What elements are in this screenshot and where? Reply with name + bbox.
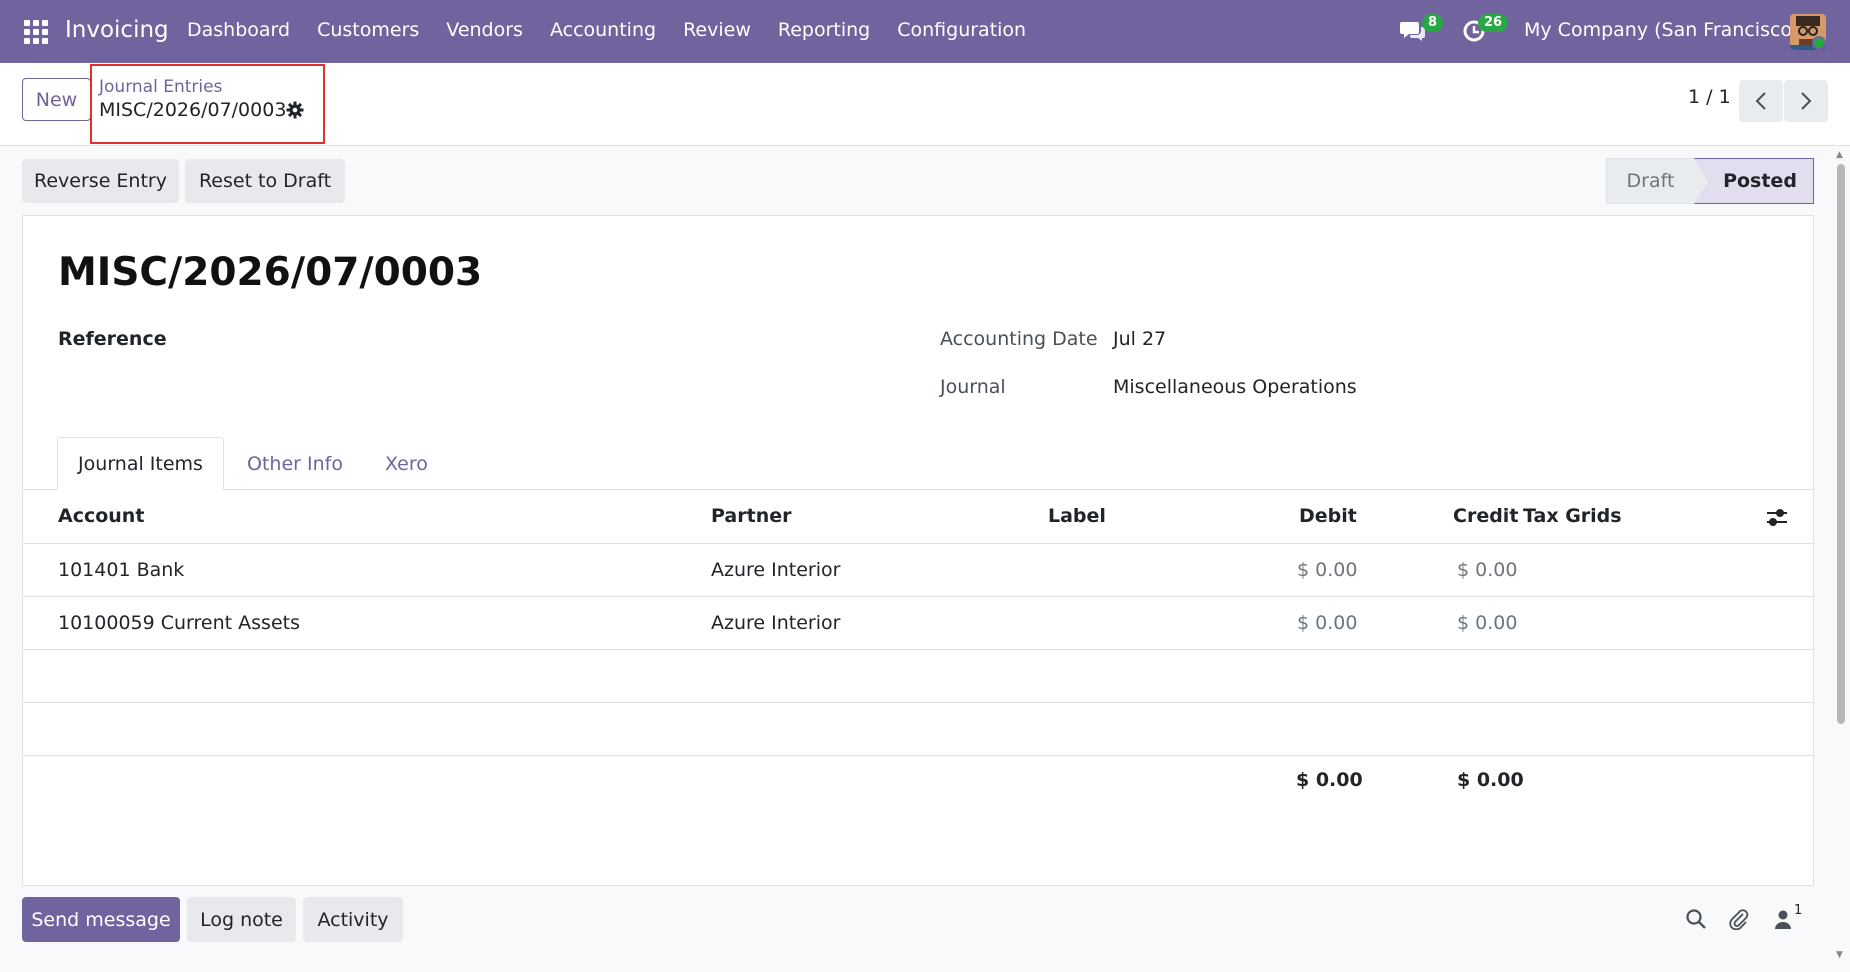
column-credit[interactable]: Credit xyxy=(1453,505,1518,527)
followers-icon[interactable] xyxy=(1772,908,1794,930)
row-divider xyxy=(23,596,1813,597)
scroll-up-arrow[interactable]: ▲ xyxy=(1836,150,1843,160)
breadcrumb-current-record: MISC/2026/07/0003 xyxy=(99,99,287,121)
total-credit: $ 0.00 xyxy=(1457,769,1524,791)
accounting-date-value[interactable]: Jul 27 xyxy=(1113,328,1166,350)
new-button[interactable]: New xyxy=(22,78,91,121)
online-status-dot xyxy=(1812,36,1826,50)
column-debit[interactable]: Debit xyxy=(1299,505,1357,527)
row-1-partner[interactable]: Azure Interior xyxy=(711,559,840,581)
breadcrumb-journal-entries[interactable]: Journal Entries xyxy=(99,77,222,97)
accounting-date-label: Accounting Date xyxy=(940,328,1098,350)
company-switcher[interactable]: My Company (San Francisco) xyxy=(1524,19,1799,41)
column-partner[interactable]: Partner xyxy=(711,505,791,527)
row-1-debit[interactable]: $ 0.00 xyxy=(1297,559,1357,581)
apps-grid-icon[interactable] xyxy=(24,20,48,44)
scroll-down-arrow[interactable]: ▼ xyxy=(1836,950,1843,960)
row-2-partner[interactable]: Azure Interior xyxy=(711,612,840,634)
tab-other-info[interactable]: Other Info xyxy=(247,437,343,490)
header-divider xyxy=(23,543,1813,544)
menu-vendors[interactable]: Vendors xyxy=(446,19,523,41)
top-navbar: Invoicing Dashboard Customers Vendors Ac… xyxy=(0,0,1850,63)
stage-posted[interactable]: Posted xyxy=(1694,158,1814,204)
main-menu: Dashboard Customers Vendors Accounting R… xyxy=(187,19,1053,41)
column-tax-grids[interactable]: Tax Grids xyxy=(1523,505,1622,527)
total-debit: $ 0.00 xyxy=(1296,769,1363,791)
app-name[interactable]: Invoicing xyxy=(65,17,169,43)
stage-draft[interactable]: Draft xyxy=(1606,158,1694,204)
followers-count: 1 xyxy=(1794,903,1803,918)
optional-columns-icon[interactable] xyxy=(1765,507,1789,529)
row-1-account[interactable]: 101401 Bank xyxy=(58,559,184,581)
chevron-left-icon xyxy=(1755,92,1766,110)
form-sheet: MISC/2026/07/0003 Reference Accounting D… xyxy=(22,215,1814,886)
pager-previous-button[interactable] xyxy=(1739,80,1783,122)
row-2-debit[interactable]: $ 0.00 xyxy=(1297,612,1357,634)
activity-button[interactable]: Activity xyxy=(303,897,403,942)
page-scrollbar[interactable]: ▲ ▼ xyxy=(1834,150,1848,960)
reverse-entry-button[interactable]: Reverse Entry xyxy=(22,159,179,203)
row-divider xyxy=(23,702,1813,703)
entry-title: MISC/2026/07/0003 xyxy=(58,250,483,295)
log-note-button[interactable]: Log note xyxy=(187,897,296,942)
menu-dashboard[interactable]: Dashboard xyxy=(187,19,290,41)
reset-to-draft-button[interactable]: Reset to Draft xyxy=(185,159,345,203)
control-panel: New Journal Entries MISC/2026/07/0003 1 … xyxy=(0,63,1850,146)
row-2-credit[interactable]: $ 0.00 xyxy=(1457,612,1517,634)
column-account[interactable]: Account xyxy=(58,505,144,527)
menu-reporting[interactable]: Reporting xyxy=(778,19,870,41)
journal-label: Journal xyxy=(940,376,1006,398)
row-2-account[interactable]: 10100059 Current Assets xyxy=(58,612,300,634)
menu-accounting[interactable]: Accounting xyxy=(550,19,656,41)
send-message-button[interactable]: Send message xyxy=(22,897,180,942)
status-bar: Draft Posted xyxy=(1606,158,1814,204)
search-icon[interactable] xyxy=(1685,908,1707,930)
pager-value[interactable]: 1 / 1 xyxy=(1688,86,1731,108)
messages-badge: 8 xyxy=(1422,14,1444,32)
stage-posted-label: Posted xyxy=(1723,170,1797,192)
gear-icon[interactable] xyxy=(286,101,304,119)
tab-xero[interactable]: Xero xyxy=(385,437,428,490)
activities-badge: 26 xyxy=(1478,14,1509,32)
row-1-credit[interactable]: $ 0.00 xyxy=(1457,559,1517,581)
stage-arrow xyxy=(1694,158,1708,204)
menu-customers[interactable]: Customers xyxy=(317,19,419,41)
reference-label: Reference xyxy=(58,328,167,350)
scroll-thumb[interactable] xyxy=(1837,164,1845,724)
menu-configuration[interactable]: Configuration xyxy=(897,19,1026,41)
paperclip-icon[interactable] xyxy=(1727,908,1749,930)
journal-value[interactable]: Miscellaneous Operations xyxy=(1113,376,1357,398)
tab-journal-items[interactable]: Journal Items xyxy=(57,437,224,490)
row-divider xyxy=(23,755,1813,756)
column-label[interactable]: Label xyxy=(1048,505,1106,527)
chevron-right-icon xyxy=(1801,92,1812,110)
row-divider xyxy=(23,649,1813,650)
pager-next-button[interactable] xyxy=(1784,80,1828,122)
menu-review[interactable]: Review xyxy=(683,19,751,41)
